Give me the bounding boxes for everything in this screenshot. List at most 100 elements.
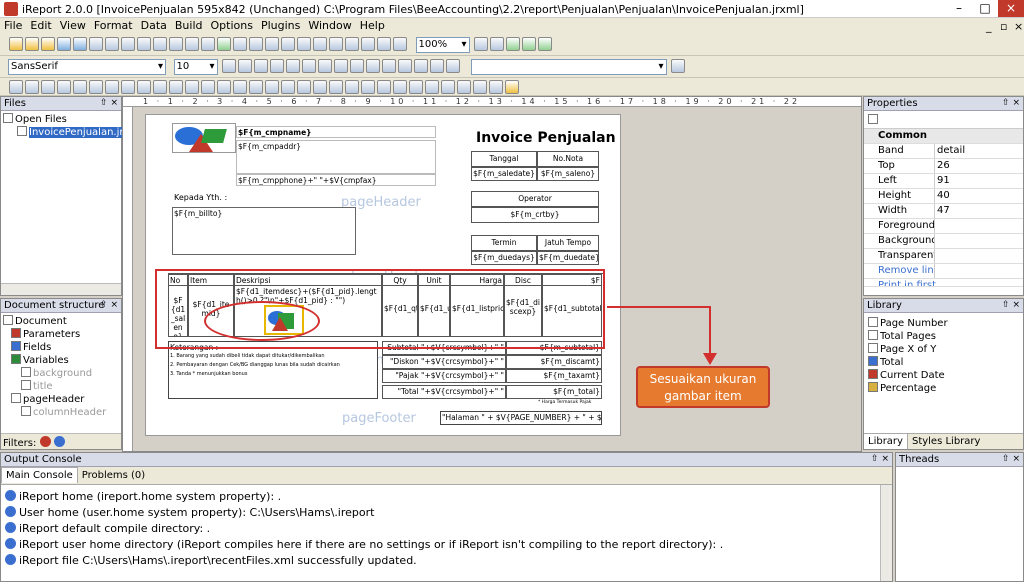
menu-edit[interactable]: Edit xyxy=(26,18,55,33)
company-phone-field[interactable]: $F{m_cmpphone}+" "+$V{cmpfax} xyxy=(236,174,436,186)
library-current-date[interactable]: Current Date xyxy=(868,369,1019,382)
menu-format[interactable]: Format xyxy=(90,18,137,33)
join-left-icon[interactable] xyxy=(169,80,183,94)
zoom-out-icon[interactable] xyxy=(490,37,504,51)
font-size-combo[interactable]: 10 xyxy=(173,59,218,75)
mdi-close-icon[interactable]: × xyxy=(1010,19,1024,34)
files-hscroll[interactable] xyxy=(1,283,121,295)
diskon-label[interactable]: "Diskon "+$V{crcsymbol}+" " xyxy=(382,355,506,369)
prop-row-print-first[interactable]: Print in first... xyxy=(864,279,1023,287)
run-db-icon[interactable] xyxy=(538,37,552,51)
due-date-field[interactable]: $F{m_duedate} xyxy=(537,251,599,265)
properties-controls[interactable]: ⇧ × xyxy=(1002,97,1020,110)
hyperlink-icon[interactable] xyxy=(345,37,359,51)
termin-label[interactable]: Termin xyxy=(471,235,537,251)
valign-top-icon[interactable] xyxy=(382,59,396,73)
valign-middle-icon[interactable] xyxy=(398,59,412,73)
open-icon[interactable] xyxy=(41,37,55,51)
invoice-title[interactable]: Invoice Penjualan xyxy=(476,130,616,146)
library-page-number[interactable]: Page Number xyxy=(868,317,1019,330)
join-right-icon[interactable] xyxy=(185,80,199,94)
same-width-icon[interactable] xyxy=(105,80,119,94)
same-height-icon[interactable] xyxy=(121,80,135,94)
grid-icon[interactable] xyxy=(297,80,311,94)
prop-row-remove-line[interactable]: Remove lin... xyxy=(864,264,1023,279)
zoom-fit-icon[interactable] xyxy=(425,80,439,94)
group-icon[interactable] xyxy=(393,37,407,51)
console-controls[interactable]: ⇧ × xyxy=(871,453,889,466)
menu-data[interactable]: Data xyxy=(137,18,171,33)
center-in-band-icon[interactable] xyxy=(153,80,167,94)
new-icon[interactable] xyxy=(9,37,23,51)
image-tool-icon[interactable] xyxy=(217,37,231,51)
layout-icon[interactable] xyxy=(361,80,375,94)
library-percentage[interactable]: Percentage xyxy=(868,382,1019,395)
tree-document[interactable]: Document xyxy=(3,315,119,328)
console-scrollbar[interactable] xyxy=(880,485,892,581)
sale-no-field[interactable]: $F{m_saleno} xyxy=(537,167,599,181)
menu-build[interactable]: Build xyxy=(171,18,207,33)
chart-icon[interactable] xyxy=(281,37,295,51)
zoom-in-icon[interactable] xyxy=(474,37,488,51)
filter-red-icon[interactable] xyxy=(39,436,51,447)
style-edit-icon[interactable] xyxy=(671,59,685,73)
files-panel-controls[interactable]: ⇧ × xyxy=(100,97,118,110)
align-justify-icon[interactable] xyxy=(366,59,380,73)
prop-row-transparent[interactable]: Transparent xyxy=(864,249,1023,264)
run-icon[interactable] xyxy=(522,37,536,51)
tree-title[interactable]: title xyxy=(3,380,119,393)
operator-field[interactable]: $F{m_crtby} xyxy=(471,207,599,223)
library-page-x-of-y[interactable]: Page X of Y xyxy=(868,343,1019,356)
tree-file-item[interactable]: InvoicePenjualan.jrxml xyxy=(3,126,142,139)
same-size-icon[interactable] xyxy=(137,80,151,94)
barcode-icon[interactable] xyxy=(297,37,311,51)
sort-icon[interactable] xyxy=(868,114,878,124)
library-total-pages[interactable]: Total Pages xyxy=(868,330,1019,343)
bold-icon[interactable] xyxy=(254,59,268,73)
bring-front-icon[interactable] xyxy=(233,80,247,94)
tree-columnheader[interactable]: columnHeader xyxy=(3,406,119,419)
print-icon[interactable] xyxy=(473,80,487,94)
prop-value[interactable]: 40 xyxy=(934,189,1010,203)
subreport-icon[interactable] xyxy=(265,37,279,51)
prop-row-foreground[interactable]: Foreground xyxy=(864,219,1023,234)
tree-variables[interactable]: Variables xyxy=(3,354,119,367)
align-center-icon[interactable] xyxy=(334,59,348,73)
line-icon[interactable] xyxy=(169,37,183,51)
align-hcenter-icon[interactable] xyxy=(89,80,103,94)
operator-label[interactable]: Operator xyxy=(471,191,599,207)
paste-icon[interactable] xyxy=(121,37,135,51)
adapt-band-icon[interactable] xyxy=(265,80,279,94)
table-icon[interactable] xyxy=(377,80,391,94)
ellipse-icon[interactable] xyxy=(201,37,215,51)
prop-row-width[interactable]: Width 47 xyxy=(864,204,1023,219)
align-left-icon[interactable] xyxy=(318,59,332,73)
sale-date-field[interactable]: $F{m_saledate} xyxy=(471,167,537,181)
menu-view[interactable]: View xyxy=(56,18,90,33)
crosstab-icon[interactable] xyxy=(313,37,327,51)
tree-parameters[interactable]: Parameters xyxy=(3,328,119,341)
align-right-icon[interactable] xyxy=(350,59,364,73)
datasource-icon[interactable] xyxy=(361,37,375,51)
save-icon[interactable] xyxy=(57,37,71,51)
h-space-icon[interactable] xyxy=(201,80,215,94)
tab-main-console[interactable]: Main Console xyxy=(1,467,78,483)
text-tool-icon[interactable] xyxy=(233,37,247,51)
tab-problems[interactable]: Problems (0) xyxy=(78,468,149,483)
threads-controls[interactable]: ⇧ × xyxy=(1002,453,1020,466)
company-logo-image[interactable] xyxy=(172,123,236,153)
align-right-edges-icon[interactable] xyxy=(25,80,39,94)
company-address-field[interactable]: $F{m_cmpaddr} xyxy=(236,140,436,174)
prop-value[interactable]: detail xyxy=(934,144,1010,158)
italic-icon[interactable] xyxy=(270,59,284,73)
rectangle-icon[interactable] xyxy=(185,37,199,51)
align-vcenter-icon[interactable] xyxy=(73,80,87,94)
increase-font-icon[interactable] xyxy=(222,59,236,73)
filter-blue-icon[interactable] xyxy=(53,436,65,447)
prop-row-band[interactable]: Band detail xyxy=(864,144,1023,159)
cut-icon[interactable] xyxy=(89,37,103,51)
align-left-edges-icon[interactable] xyxy=(9,80,23,94)
prop-value[interactable] xyxy=(934,249,1010,263)
fill-icon[interactable] xyxy=(446,59,460,73)
pdf-icon[interactable] xyxy=(489,80,503,94)
